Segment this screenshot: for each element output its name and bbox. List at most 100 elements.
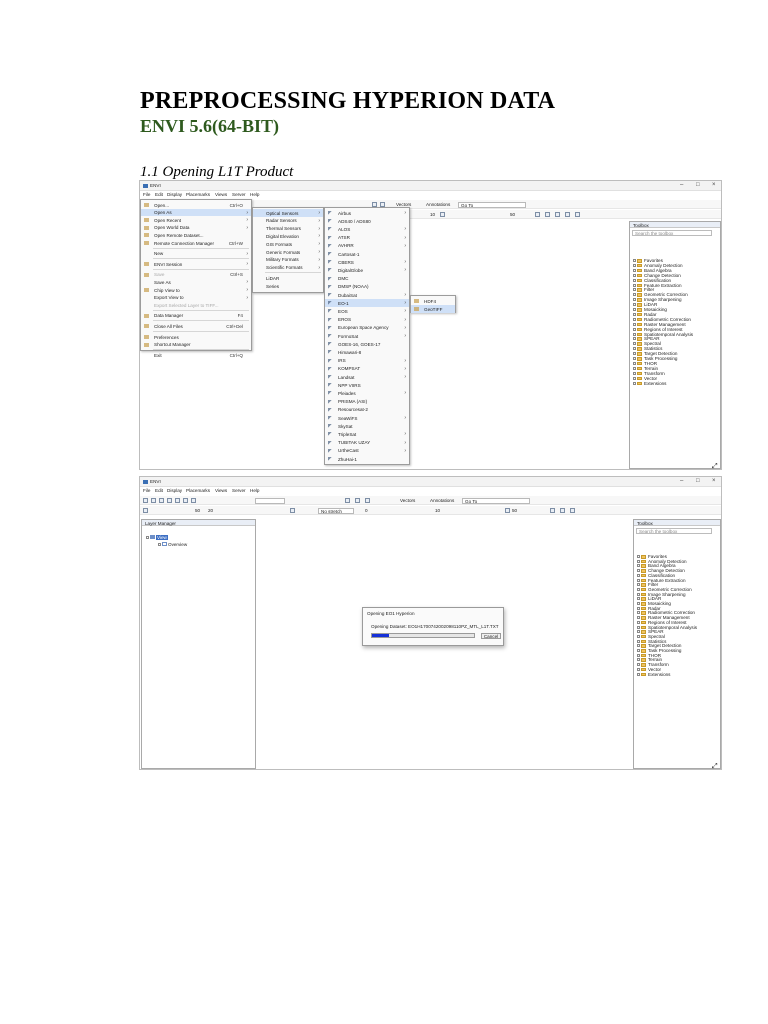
expand-icon[interactable] (637, 663, 640, 667)
expand-icon[interactable] (633, 361, 636, 365)
refresh-icon[interactable] (440, 212, 445, 217)
expand-icon[interactable] (637, 597, 640, 601)
menu-item-optical-sensors[interactable]: Optical Sensors › (253, 209, 323, 217)
cursor-icon[interactable] (570, 508, 575, 513)
resize-corner-icon[interactable]: ⤢ (712, 763, 718, 769)
menu-server[interactable]: Server (232, 488, 246, 493)
maximize-icon[interactable]: □ (696, 478, 700, 484)
annotations-label[interactable]: Annotations (430, 498, 454, 503)
menu-item-eros[interactable]: EROS › (325, 316, 409, 324)
collapse-icon[interactable] (146, 536, 149, 539)
zoom-icon[interactable] (183, 498, 188, 503)
expand-icon[interactable] (637, 625, 640, 629)
goto-field[interactable]: Go To (462, 497, 530, 504)
menu-item-eo-1[interactable]: EO-1 › (325, 299, 409, 308)
expand-icon[interactable] (633, 347, 636, 351)
layers-icon[interactable] (175, 498, 180, 503)
menu-edit[interactable]: Edit (155, 488, 163, 493)
menu-item-airbus[interactable]: Airbus › (325, 209, 409, 217)
menu-help[interactable]: Help (250, 192, 259, 197)
menu-item-irs[interactable]: IRS › (325, 357, 409, 365)
menu-item-gis-formats[interactable]: GIS Formats › (253, 240, 323, 248)
menu-item-open-world-data[interactable]: Open World Data › (141, 224, 251, 232)
minimize-icon[interactable]: – (680, 182, 683, 188)
menu-item-open[interactable]: Open... Ctrl+O (141, 201, 251, 209)
expand-icon[interactable] (633, 317, 636, 321)
expand-icon[interactable] (637, 587, 640, 591)
menu-item-pleiades[interactable]: Pleiades › (325, 389, 409, 397)
chart-icon[interactable] (550, 508, 555, 513)
layer-tree-view[interactable]: View (146, 535, 168, 540)
expand-icon[interactable] (637, 611, 640, 615)
expand-icon[interactable] (637, 639, 640, 643)
menu-item-chip-view-to[interactable]: Chip View to › (141, 286, 251, 294)
expand-icon[interactable] (633, 288, 636, 292)
menu-item-dubaisat[interactable]: DubaiSat › (325, 291, 409, 299)
toolbox-item-extensions[interactable]: Extensions (637, 672, 670, 677)
expand-icon[interactable] (637, 578, 640, 582)
expand-icon[interactable] (633, 376, 636, 380)
expand-icon[interactable] (633, 327, 636, 331)
menu-item-new[interactable]: New › (141, 250, 251, 258)
expand-icon[interactable] (637, 592, 640, 596)
expand-icon[interactable] (633, 381, 636, 385)
scale-field[interactable] (255, 497, 285, 504)
open-icon[interactable] (143, 498, 148, 503)
menu-item-avhrr[interactable]: AVHRR › (325, 242, 409, 250)
select-icon[interactable] (167, 498, 172, 503)
expand-icon[interactable] (637, 644, 640, 648)
expand-icon[interactable] (637, 569, 640, 573)
expand-icon[interactable] (637, 653, 640, 657)
menu-item-open-recent[interactable]: Open Recent › (141, 216, 251, 224)
expand-icon[interactable] (637, 602, 640, 605)
menu-file[interactable]: File (143, 192, 150, 197)
pixel-icon[interactable] (365, 498, 370, 503)
menu-item-save-as[interactable]: Save As › (141, 278, 251, 286)
expand-icon[interactable] (633, 371, 636, 375)
expand-icon[interactable] (637, 634, 640, 638)
layer-tree-overview[interactable]: Overview (158, 542, 187, 547)
histogram-icon[interactable] (545, 212, 550, 217)
annotations-label[interactable]: Annotations (426, 202, 450, 207)
menu-edit[interactable]: Edit (155, 192, 163, 197)
menu-item-export-view-to[interactable]: Export View to › (141, 294, 251, 302)
menu-item-dmsp-noaa[interactable]: DMSP (NOAA) (325, 283, 409, 291)
expand-icon[interactable] (633, 293, 636, 297)
menu-item-seawifs[interactable]: SeaWiFS › (325, 414, 409, 422)
menu-item-close-all-files[interactable]: Close All Files Ctrl+Del (141, 322, 251, 330)
expand-icon[interactable] (633, 268, 636, 272)
expand-icon[interactable] (633, 298, 636, 302)
expand-icon[interactable] (633, 332, 636, 336)
chart-icon[interactable] (535, 212, 540, 217)
menu-item-alos[interactable]: ALOS › (325, 225, 409, 233)
menu-item-european-space-agency[interactable]: European Space Agency › (325, 324, 409, 332)
expand-icon[interactable] (637, 658, 640, 662)
menu-item-thermal-sensors[interactable]: Thermal Sensors › (253, 225, 323, 233)
menu-item-dmc[interactable]: DMC (325, 275, 409, 283)
expand-icon[interactable] (637, 555, 640, 558)
menu-display[interactable]: Display (167, 488, 182, 493)
expand-icon[interactable] (637, 667, 640, 671)
menu-item-remote-connection-manager[interactable]: Remote Connection Manager Ctrl+W (141, 239, 251, 247)
menu-item-exit[interactable]: Exit Ctrl+Q (141, 351, 251, 359)
menu-item-lidar[interactable]: LiDAR (253, 274, 323, 282)
grid-icon[interactable] (565, 212, 570, 217)
expand-icon[interactable] (633, 312, 636, 316)
menu-item-atsr[interactable]: ATSR › (325, 234, 409, 242)
crosshair-icon[interactable] (355, 498, 360, 503)
menu-item-kompsat[interactable]: KOMPSAT › (325, 365, 409, 373)
menu-item-landsat[interactable]: Landsat › (325, 373, 409, 381)
menu-item-ads40-ads80[interactable]: ADS40 / ADS80 (325, 217, 409, 225)
menu-item-digitalglobe[interactable]: DigitalGlobe › (325, 266, 409, 274)
menu-item-geotiff[interactable]: GeoTIFF (411, 305, 455, 313)
menu-item-save[interactable]: Save Ctrl+S (141, 271, 251, 279)
expand-icon[interactable] (637, 616, 640, 620)
menu-item-urthecast[interactable]: UrtheCast › (325, 447, 409, 455)
goto-field[interactable]: Go To (458, 201, 526, 208)
toolbox-item-extensions[interactable]: Extensions (633, 381, 666, 386)
menu-item-hdf4[interactable]: HDF4 (411, 297, 455, 305)
expand-icon[interactable] (637, 559, 640, 563)
expand-icon[interactable] (637, 583, 640, 587)
menu-item-export-selected-layer-to-tiff[interactable]: Export Selected Layer to TIFF... (141, 301, 251, 309)
menu-item-cartosat-1[interactable]: Cartosat-1 (325, 250, 409, 258)
